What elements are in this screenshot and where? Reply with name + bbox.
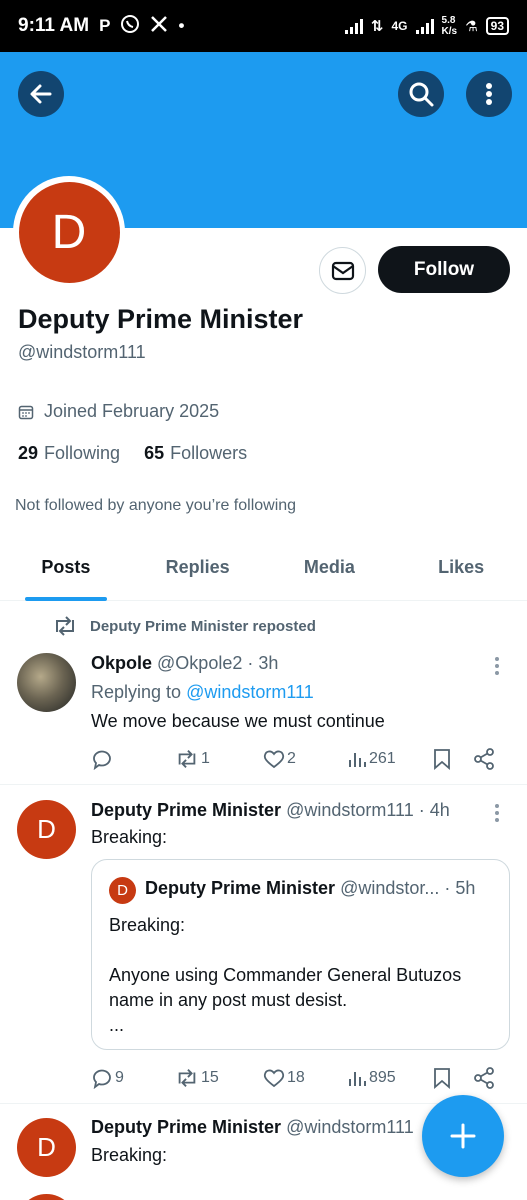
- back-button[interactable]: [18, 71, 64, 117]
- followers-link[interactable]: 65 Followers: [144, 443, 247, 464]
- post-header: Deputy Prime Minister @windstorm111 · 4h: [91, 800, 450, 820]
- like-button[interactable]: 2: [263, 749, 347, 769]
- repost-icon: [178, 750, 196, 768]
- tab-replies[interactable]: Replies: [132, 540, 264, 600]
- network-type: 4G: [391, 19, 408, 33]
- views-icon: [349, 753, 366, 767]
- repost-icon: [56, 616, 74, 636]
- following-link[interactable]: 29 Following: [18, 443, 120, 464]
- calendar-icon: [18, 405, 34, 419]
- post-text: We move because we must continue: [91, 711, 385, 731]
- avatar[interactable]: [17, 1194, 76, 1200]
- reply-button[interactable]: [91, 748, 175, 770]
- bookmark-button[interactable]: [433, 748, 473, 770]
- heart-icon: [263, 750, 285, 769]
- search-icon: [409, 82, 434, 107]
- share-icon: [474, 1067, 494, 1089]
- x-app-icon: [150, 15, 168, 38]
- back-arrow-icon: [30, 84, 52, 104]
- search-button[interactable]: [398, 71, 444, 117]
- replying-to: Replying to @windstorm111: [91, 682, 314, 702]
- status-bar: 9:11 AM P • ⇅ 4G 5.8 K/s ⚗ 93: [0, 0, 527, 52]
- battery-icon: 93: [485, 17, 509, 35]
- network-speed: 5.8 K/s: [441, 15, 458, 37]
- repost-button[interactable]: 15: [175, 1068, 263, 1088]
- post-item[interactable]: Deputy Prime Minister reposted Okpole @O…: [0, 601, 527, 785]
- parking-app-icon: P: [99, 16, 111, 35]
- signal-icon-2: [415, 18, 434, 34]
- views-button[interactable]: 895: [347, 1069, 433, 1087]
- post-more-icon[interactable]: [487, 804, 507, 822]
- share-button[interactable]: [473, 1067, 495, 1089]
- post-header: Okpole @Okpole2 · 3h: [91, 653, 279, 673]
- post-item[interactable]: D Deputy Prime Minister @windstorm111 · …: [0, 785, 527, 1104]
- tab-likes[interactable]: Likes: [395, 540, 527, 600]
- quote-avatar: D: [109, 877, 136, 904]
- post-header: Deputy Prime Minister @windstorm111: [91, 1117, 414, 1137]
- tab-posts[interactable]: Posts: [0, 540, 132, 601]
- quote-text: Breaking: Anyone using Commander General…: [109, 915, 462, 1035]
- bookmark-icon: [434, 749, 450, 770]
- avatar[interactable]: D: [17, 1118, 76, 1177]
- profile-name: Deputy Prime Minister: [18, 304, 304, 334]
- signal-icon: [344, 18, 363, 34]
- reply-button[interactable]: 9: [91, 1067, 175, 1089]
- post-text: Breaking:: [91, 1145, 168, 1165]
- envelope-icon: [331, 261, 354, 280]
- bookmark-button[interactable]: [433, 1067, 473, 1089]
- follow-counts: 29 Following 65 Followers: [18, 443, 247, 464]
- more-options-button[interactable]: [466, 71, 512, 117]
- compose-button[interactable]: [422, 1095, 504, 1177]
- post-actions: 9 15 18 895: [91, 1067, 507, 1089]
- post-text: Breaking:: [91, 827, 168, 847]
- notification-dot-icon: •: [178, 16, 185, 35]
- lab-flask-icon: ⚗: [465, 17, 478, 34]
- bookmark-icon: [434, 1068, 450, 1089]
- joined-date: Joined February 2025: [18, 401, 219, 422]
- whatsapp-icon: [120, 14, 140, 39]
- quote-header: Deputy Prime Minister @windstor... · 5h: [145, 878, 476, 898]
- data-arrows-icon: ⇅: [370, 18, 384, 35]
- post-actions: 1 2 261: [91, 748, 507, 770]
- heart-icon: [263, 1069, 285, 1088]
- like-button[interactable]: 18: [263, 1068, 347, 1088]
- not-followed-note: Not followed by anyone you’re following: [15, 497, 297, 514]
- message-button[interactable]: [319, 247, 366, 294]
- profile-tabs: Posts Replies Media Likes: [0, 540, 527, 601]
- post-more-icon[interactable]: [487, 657, 507, 675]
- avatar[interactable]: D: [17, 800, 76, 859]
- profile-handle: @windstorm111: [18, 342, 146, 362]
- tab-media[interactable]: Media: [264, 540, 396, 600]
- avatar[interactable]: [17, 653, 76, 712]
- views-icon: [349, 1072, 366, 1086]
- replying-handle-link[interactable]: @windstorm111: [186, 682, 314, 702]
- repost-icon: [178, 1069, 196, 1087]
- repost-indicator: Deputy Prime Minister reposted: [52, 616, 316, 636]
- status-time: 9:11 AM: [18, 15, 90, 36]
- repost-button[interactable]: 1: [175, 749, 263, 769]
- reply-icon: [93, 1069, 111, 1089]
- reply-icon: [93, 750, 111, 770]
- quoted-post[interactable]: D Deputy Prime Minister @windstor... · 5…: [91, 859, 510, 1050]
- profile-avatar[interactable]: D: [13, 176, 125, 288]
- share-icon: [474, 748, 494, 770]
- vertical-dots-icon: [486, 83, 492, 105]
- plus-icon: [450, 1123, 476, 1149]
- views-button[interactable]: 261: [347, 750, 433, 768]
- share-button[interactable]: [473, 748, 495, 770]
- follow-button[interactable]: Follow: [378, 246, 510, 293]
